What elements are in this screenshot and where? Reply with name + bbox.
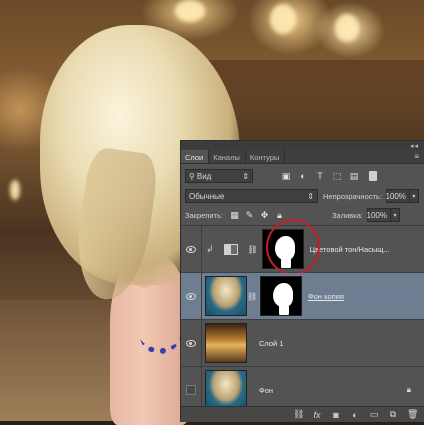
layer-thumbnail[interactable] (205, 276, 247, 316)
tab-paths[interactable]: Контуры (246, 150, 286, 163)
lock-transparency-icon[interactable]: ▦ (230, 210, 239, 220)
filter-row: ⚲ Вид ⇕ ▣ ◐ T ⬚ ▤ (181, 167, 424, 185)
tab-channels[interactable]: Каналы (209, 150, 246, 163)
delete-layer-icon[interactable]: 🗑︎ (407, 409, 418, 420)
panel-menu-icon[interactable]: ≡ (408, 150, 424, 163)
blend-row: Обычные ⇕ Непрозрачность: 100% ▾ (181, 187, 424, 205)
opacity-label: Непрозрачность: (323, 191, 382, 201)
layers-bottom-toolbar: ⛓ fx ◙ ◐ ▭ ⧉ 🗑︎ (181, 406, 424, 422)
layer-thumbnail[interactable] (205, 370, 247, 410)
shape-filter-icon[interactable]: ⬚ (332, 171, 342, 181)
lock-icon: 🔒︎ (406, 385, 411, 394)
eye-icon[interactable] (186, 245, 196, 253)
visibility-toggle[interactable] (181, 273, 202, 319)
link-chain-icon[interactable]: ⛓ (247, 292, 257, 301)
eye-icon[interactable] (186, 339, 196, 347)
eye-icon[interactable] (186, 292, 196, 300)
lock-icons: ▦ ✎ ✥ 🔒︎ (230, 210, 284, 220)
hidden-visibility-box[interactable] (186, 385, 196, 395)
layer-mask-thumbnail[interactable] (261, 229, 304, 269)
filter-kind-label: Вид (196, 171, 212, 181)
visibility-toggle[interactable] (181, 320, 202, 366)
fill-input[interactable]: 100% (367, 208, 391, 222)
select-arrows-icon: ⇕ (242, 171, 249, 181)
lock-label: Закрепить: (185, 210, 224, 220)
type-filter-icon[interactable]: T (315, 171, 325, 181)
lock-row: Закрепить: ▦ ✎ ✥ 🔒︎ Заливка: 100% ▾ (181, 207, 424, 226)
new-group-icon[interactable]: ▭ (369, 409, 379, 420)
lock-pixels-icon[interactable]: ✎ (245, 210, 254, 220)
adjustment-filter-icon[interactable]: ◐ (298, 171, 308, 181)
select-arrows-icon: ⇕ (307, 191, 314, 201)
layer-row-layer-1[interactable]: Слой 1 (181, 320, 424, 367)
add-mask-icon[interactable]: ◙ (331, 410, 341, 420)
filter-icons: ▣ ◐ T ⬚ ▤ (281, 171, 359, 182)
layer-name[interactable]: Слой 1 (259, 339, 284, 348)
image-filter-icon[interactable]: ▣ (281, 171, 291, 181)
layer-thumbnail[interactable] (205, 323, 247, 363)
blend-mode-value: Обычные (189, 191, 225, 201)
filter-toggle[interactable] (369, 171, 377, 181)
fill-dropdown-icon[interactable]: ▾ (390, 208, 400, 222)
lock-all-icon[interactable]: 🔒︎ (275, 210, 284, 220)
doll-necklace (140, 318, 180, 354)
panel-collapse-bar[interactable]: ◂◂ (181, 141, 424, 150)
smart-object-filter-icon[interactable]: ▤ (349, 171, 359, 181)
search-icon: ⚲ (189, 171, 195, 181)
blend-mode-select[interactable]: Обычные ⇕ (185, 189, 318, 203)
layer-name[interactable]: Фон копия (308, 292, 344, 301)
clipping-arrow-icon: ↲ (206, 243, 214, 254)
fill-label: Заливка: (332, 210, 363, 220)
layers-list: ↲ ⛓ Цветовой тон/Насыщ... ⛓ Фон копия Сл… (181, 219, 424, 414)
collapse-icon[interactable]: ◂◂ (410, 142, 419, 150)
street-light (335, 14, 359, 42)
street-light (270, 4, 296, 34)
opacity-dropdown-icon[interactable]: ▾ (409, 189, 419, 203)
link-chain-icon[interactable]: ⛓ (248, 245, 258, 254)
layer-row-background-copy[interactable]: ⛓ Фон копия (181, 273, 424, 320)
opacity-input[interactable]: 100% (385, 189, 410, 203)
filter-kind-select[interactable]: ⚲ Вид ⇕ (185, 169, 253, 183)
layer-row-hue-saturation[interactable]: ↲ ⛓ Цветовой тон/Насыщ... (181, 219, 424, 275)
layer-name[interactable]: Цветовой тон/Насыщ... (310, 245, 390, 254)
fx-icon[interactable]: fx (312, 410, 322, 420)
layer-mask-thumbnail[interactable] (260, 276, 302, 316)
street-light (175, 0, 205, 22)
new-layer-icon[interactable]: ⧉ (388, 409, 398, 420)
lock-position-icon[interactable]: ✥ (260, 210, 269, 220)
new-adjustment-icon[interactable]: ◐ (350, 410, 360, 420)
panel-tabs: Слои Каналы Контуры ≡ (181, 150, 424, 164)
street-light (10, 180, 20, 200)
visibility-toggle[interactable] (181, 226, 202, 272)
layer-name[interactable]: Фон (259, 386, 273, 395)
layers-panel: ◂◂ Слои Каналы Контуры ≡ ⚲ Вид ⇕ ▣ ◐ T ⬚… (180, 140, 424, 422)
link-layers-icon[interactable]: ⛓ (293, 409, 304, 420)
hue-saturation-adjustment-icon[interactable] (223, 243, 238, 255)
tab-layers[interactable]: Слои (181, 150, 210, 163)
